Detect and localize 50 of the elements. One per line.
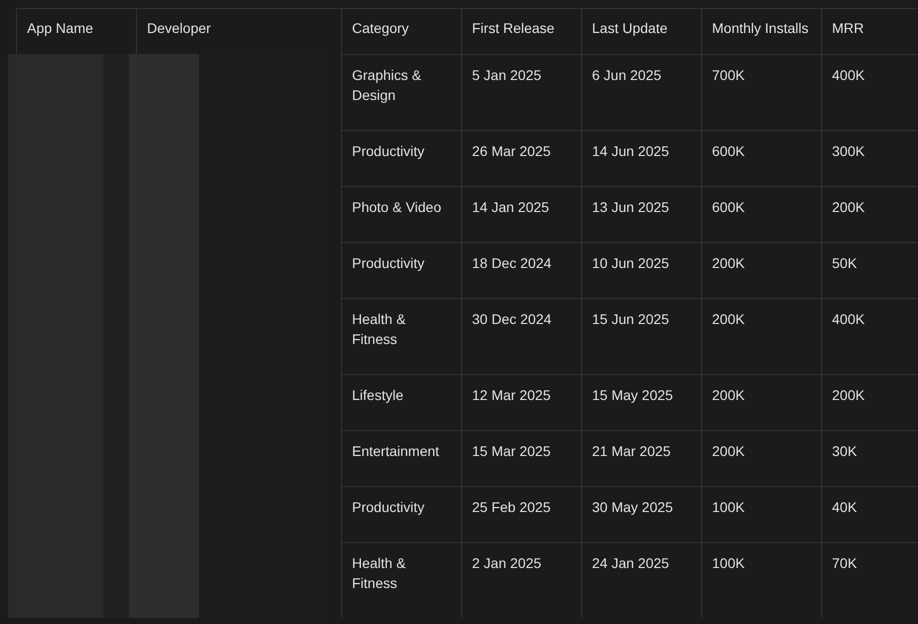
- table-cell: 15 Mar 2025: [461, 430, 581, 486]
- column-header: First Release: [461, 8, 581, 54]
- table-cell: 50K: [821, 242, 918, 298]
- table-cell: 600K: [701, 130, 821, 186]
- table-cell: 10 Jun 2025: [581, 242, 701, 298]
- table-cell: Health & Fitness: [341, 298, 461, 374]
- table-cell: 25 Feb 2025: [461, 486, 581, 542]
- table-cell: 21 Mar 2025: [581, 430, 701, 486]
- table-cell: 200K: [701, 430, 821, 486]
- table-cell: 700K: [701, 54, 821, 130]
- table-cell: 5 Jan 2025: [461, 54, 581, 130]
- column-header: Last Update: [581, 8, 701, 54]
- table-cell: 30 Dec 2024: [461, 298, 581, 374]
- table-cell: 40K: [821, 486, 918, 542]
- column-header: MRR: [821, 8, 918, 54]
- table-cell: 30 May 2025: [581, 486, 701, 542]
- table-cell: 15 Jun 2025: [581, 298, 701, 374]
- table-cell: 30K: [821, 430, 918, 486]
- table-cell: 12 Mar 2025: [461, 374, 581, 430]
- table-cell: 14 Jan 2025: [461, 186, 581, 242]
- column-header: Monthly Installs: [701, 8, 821, 54]
- table-cell: 200K: [821, 374, 918, 430]
- table-cell: 100K: [701, 542, 821, 618]
- table-cell: 18 Dec 2024: [461, 242, 581, 298]
- table-cell: 200K: [821, 186, 918, 242]
- table-cell: 200K: [701, 242, 821, 298]
- table-cell: 100K: [701, 486, 821, 542]
- table-cell: 24 Jan 2025: [581, 542, 701, 618]
- table-cell: 13 Jun 2025: [581, 186, 701, 242]
- table-cell: Photo & Video: [341, 186, 461, 242]
- table-cell: 200K: [701, 374, 821, 430]
- table-cell: 200K: [701, 298, 821, 374]
- table-cell: Productivity: [341, 486, 461, 542]
- table-cell: 300K: [821, 130, 918, 186]
- table-cell: 14 Jun 2025: [581, 130, 701, 186]
- table-cell: 2 Jan 2025: [461, 542, 581, 618]
- table-cell: 26 Mar 2025: [461, 130, 581, 186]
- table-cell: 70K: [821, 542, 918, 618]
- table-cell: 600K: [701, 186, 821, 242]
- table-cell: 400K: [821, 298, 918, 374]
- table-cell: Graphics & Design: [341, 54, 461, 130]
- table-cell: Entertainment: [341, 430, 461, 486]
- table-cell: Productivity: [341, 242, 461, 298]
- table-cell: Productivity: [341, 130, 461, 186]
- table-cell: Lifestyle: [341, 374, 461, 430]
- table-cell: 15 May 2025: [581, 374, 701, 430]
- table-cell: 400K: [821, 54, 918, 130]
- table-cell: 6 Jun 2025: [581, 54, 701, 130]
- column-header: Category: [341, 8, 461, 54]
- table-cell: Health & Fitness: [341, 542, 461, 618]
